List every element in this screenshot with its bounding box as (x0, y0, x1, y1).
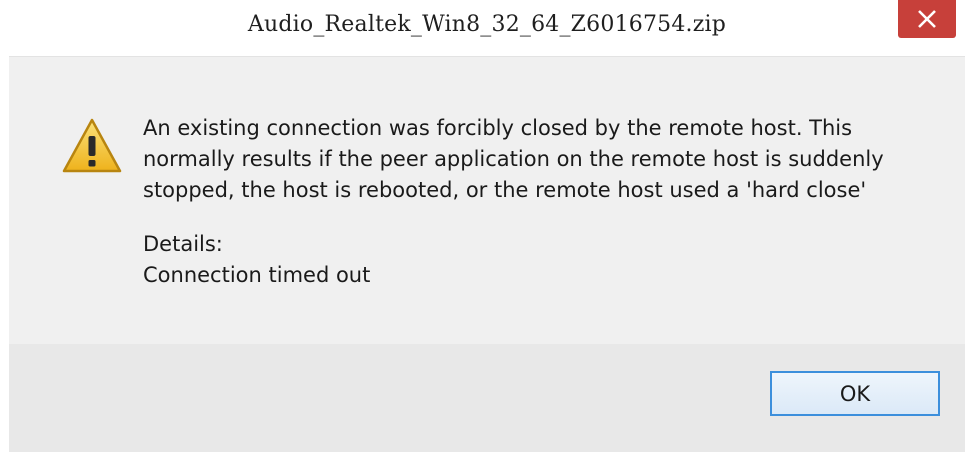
dialog-window: Audio_Realtek_Win8_32_64_Z6016754.zip An… (0, 0, 974, 452)
ok-button[interactable]: OK (770, 371, 940, 416)
details-value: Connection timed out (143, 263, 371, 287)
title-bar: Audio_Realtek_Win8_32_64_Z6016754.zip (0, 0, 974, 57)
window-frame-left (0, 56, 9, 452)
window-frame-right (965, 56, 974, 452)
warning-icon (62, 118, 122, 173)
window-title: Audio_Realtek_Win8_32_64_Z6016754.zip (247, 12, 727, 37)
button-bar: OK (9, 344, 965, 452)
close-icon (918, 10, 936, 28)
error-message: An existing connection was forcibly clos… (143, 116, 884, 202)
close-button[interactable] (898, 0, 956, 38)
details-label: Details: (143, 232, 223, 256)
dialog-content: An existing connection was forcibly clos… (9, 57, 965, 344)
